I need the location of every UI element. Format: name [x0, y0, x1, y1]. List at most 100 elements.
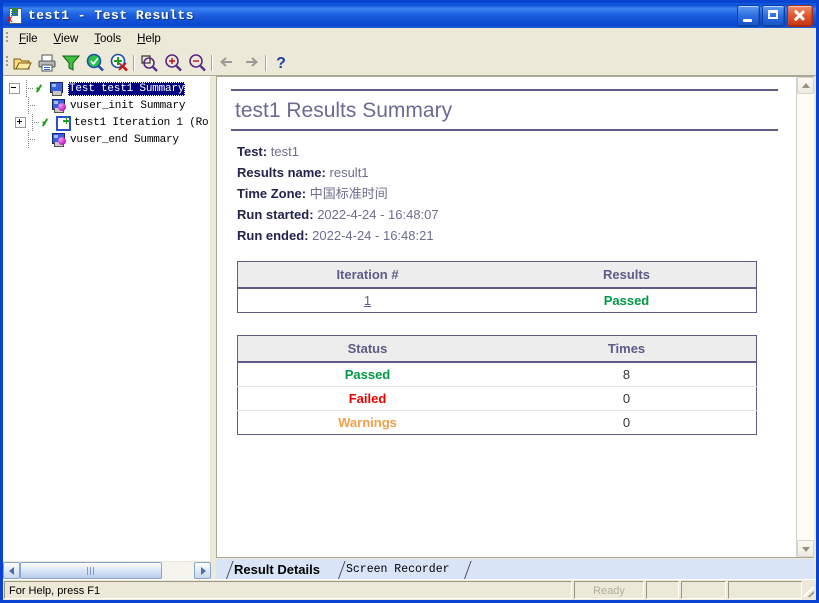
zoom-in-icon[interactable]	[161, 51, 185, 74]
status-cell-warnings: Warnings	[338, 415, 397, 430]
scroll-right-button[interactable]	[194, 562, 211, 579]
menu-item-tools[interactable]: Tools	[86, 30, 129, 48]
status-cell-passed: Passed	[237, 362, 497, 387]
meta-label: Time Zone	[237, 186, 302, 201]
status-pane-4	[728, 581, 802, 599]
tab-divider	[332, 560, 344, 579]
find-prev-icon[interactable]	[107, 51, 131, 74]
expander-minus-icon[interactable]	[9, 83, 20, 94]
menu-item-view[interactable]: View	[46, 30, 87, 48]
tab-label: Result Details	[234, 562, 320, 577]
find-next-icon[interactable]	[83, 51, 107, 74]
meta-value: result1	[329, 165, 369, 180]
client-area: Test test1 Summary vuser_init Summary te…	[3, 76, 816, 579]
meta-value: 中国标准时间	[309, 186, 388, 201]
tab-strip: Result Details Screen Recorder	[216, 558, 814, 579]
test-results-window: x test1 - Test Results File View Tools H…	[0, 0, 819, 603]
status-pane-3	[681, 581, 726, 599]
meta-row-time-zone: Time Zone: 中国标准时间	[237, 186, 388, 201]
expander-plus-icon[interactable]	[15, 117, 26, 128]
scroll-track[interactable]	[20, 562, 194, 579]
test-results-icon: x	[7, 7, 23, 24]
tree-pane: Test test1 Summary vuser_init Summary te…	[3, 76, 211, 579]
meta-row-results-name: Results name: result1	[237, 165, 369, 180]
results-tree[interactable]: Test test1 Summary vuser_init Summary te…	[3, 76, 211, 561]
tree-node-label: vuser_end Summary	[70, 133, 179, 146]
iteration-table: Iteration # Results 1 Passed	[237, 261, 757, 313]
status-cell-failed: Failed	[237, 386, 497, 411]
help-icon[interactable]: ?	[269, 51, 293, 74]
tree-connector	[22, 80, 35, 97]
check-icon	[35, 82, 47, 95]
column-header-results: Results	[497, 261, 757, 289]
toolbar-grip-handle[interactable]	[3, 52, 11, 73]
close-button[interactable]	[787, 4, 813, 27]
scroll-up-button[interactable]	[797, 77, 814, 94]
tree-connector	[24, 131, 37, 148]
tree-horizontal-scrollbar[interactable]	[3, 561, 211, 579]
window-title: test1 - Test Results	[28, 8, 195, 23]
scroll-track[interactable]	[797, 94, 814, 540]
tree-node-vuser-init[interactable]: vuser_init Summary	[3, 97, 210, 114]
times-cell-passed: 8	[497, 362, 757, 387]
tab-strip-end	[460, 560, 474, 579]
filter-icon[interactable]	[59, 51, 83, 74]
report-pane: test1 Results Summary Test: test1 Result…	[216, 76, 816, 579]
title-rule-top	[231, 89, 778, 91]
tab-screen-recorder[interactable]: Screen Recorder	[330, 560, 460, 579]
table-row: Failed 0	[237, 386, 757, 411]
status-hint: For Help, press F1	[4, 581, 572, 599]
tab-divider	[220, 560, 232, 579]
iteration-result-cell: Passed	[603, 293, 650, 308]
status-pane-ready: Ready	[574, 581, 644, 599]
minimize-button[interactable]	[737, 4, 760, 27]
check-icon	[41, 116, 53, 129]
meta-label: Run started	[237, 207, 310, 222]
meta-label: Test	[237, 144, 263, 159]
status-bar: For Help, press F1 Ready	[3, 579, 816, 600]
monitor-icon	[48, 81, 65, 96]
title-bar: x test1 - Test Results	[3, 3, 816, 28]
menu-item-file[interactable]: File	[11, 30, 46, 48]
tree-node-iteration-1[interactable]: test1 Iteration 1 (Ro	[3, 114, 210, 131]
tab-label: Screen Recorder	[345, 563, 450, 576]
scroll-down-button[interactable]	[797, 540, 814, 557]
meta-row-run-started: Run started: 2022-4-24 - 16:48:07	[237, 207, 439, 222]
back-arrow-icon[interactable]	[215, 51, 239, 74]
table-row: Passed 8	[237, 362, 757, 387]
tree-connector	[24, 97, 37, 114]
maximize-button[interactable]	[762, 4, 785, 27]
iteration-link[interactable]: 1	[364, 293, 371, 308]
meta-value: test1	[270, 144, 299, 159]
menu-item-help[interactable]: Help	[129, 30, 169, 48]
tree-node-test-summary[interactable]: Test test1 Summary	[3, 80, 210, 97]
scroll-thumb[interactable]	[20, 562, 162, 579]
tree-node-label: vuser_init Summary	[70, 99, 186, 112]
tree-connector	[28, 114, 41, 131]
times-cell-warnings: 0	[622, 415, 631, 430]
zoom-region-icon[interactable]	[137, 51, 161, 74]
forward-arrow-icon[interactable]	[239, 51, 263, 74]
report-metadata: Test: test1 Results name: result1 Time Z…	[237, 145, 778, 243]
menu-grip-handle[interactable]	[3, 28, 11, 49]
open-icon[interactable]	[11, 51, 35, 74]
report-vertical-scrollbar[interactable]	[796, 77, 814, 557]
meta-row-test: Test: test1	[237, 144, 299, 159]
title-rule-bottom	[231, 129, 778, 131]
report-frame: test1 Results Summary Test: test1 Result…	[216, 76, 814, 558]
tree-node-vuser-end[interactable]: vuser_end Summary	[3, 131, 210, 148]
resize-grip[interactable]	[802, 581, 816, 599]
menu-bar: File View Tools Help	[3, 28, 816, 49]
scroll-left-button[interactable]	[3, 562, 20, 579]
print-icon[interactable]	[35, 51, 59, 74]
window-buttons	[737, 4, 814, 27]
svg-text:?: ?	[276, 55, 286, 72]
zoom-out-icon[interactable]	[185, 51, 209, 74]
status-table: Status Times Passed 8 Failed 0 Warnings …	[237, 335, 757, 435]
page-title: test1 Results Summary	[235, 99, 453, 122]
table-row: 1 Passed	[238, 288, 757, 313]
vuser-icon	[50, 132, 67, 147]
column-header-status: Status	[237, 335, 497, 363]
iteration-cell: 1	[238, 288, 498, 313]
tab-result-details[interactable]: Result Details	[218, 560, 330, 579]
